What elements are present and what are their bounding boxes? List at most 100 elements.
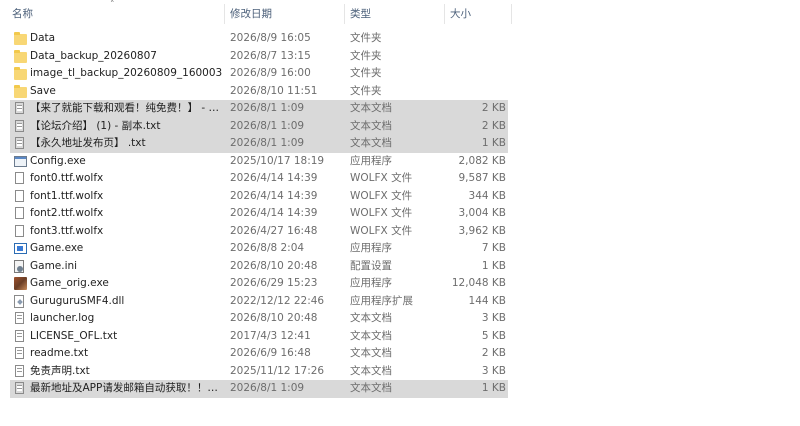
file-row[interactable]: 最新地址及APP请发邮箱自动获取！！！... 2026/8/1 1:09 文本文档 1… (10, 380, 508, 398)
game-app-icon (14, 243, 27, 254)
file-modified-date: 2026/8/10 20:48 (230, 312, 318, 324)
column-divider[interactable] (511, 4, 512, 24)
file-modified-date: 2026/8/1 1:09 (230, 102, 305, 114)
file-size: 1 KB (481, 382, 506, 394)
file-modified-date: 2026/8/1 1:09 (230, 119, 305, 132)
text-document-icon (15, 382, 24, 394)
file-modified-date: 2026/8/10 11:51 (230, 84, 318, 97)
file-name: LICENSE_OFL.txt (30, 329, 118, 342)
settings-file-icon (14, 259, 24, 273)
blank-file-icon (15, 189, 24, 202)
file-name: Game.ini (30, 259, 78, 272)
file-size: 5 KB (481, 329, 506, 342)
file-row[interactable]: 免责声明.txt 2025/11/12 17:26 文本文档 3 KB (10, 363, 520, 381)
file-row[interactable]: Save 2026/8/10 11:51 文件夹 (10, 83, 520, 101)
file-row[interactable]: Data_backup_20260807 2026/8/7 13:15 文件夹 (10, 48, 520, 66)
file-type: 文本文档 (350, 102, 392, 114)
folder-icon (14, 84, 27, 98)
file-type: 文本文档 (350, 382, 392, 394)
text-document-icon (15, 347, 24, 359)
text-document-icon (15, 364, 24, 377)
file-modified-date: 2026/6/9 16:48 (230, 347, 311, 359)
file-type: 应用程序 (350, 154, 392, 167)
file-row[interactable]: launcher.log 2026/8/10 20:48 文本文档 3 KB (10, 310, 520, 328)
file-type: 文件夹 (350, 32, 382, 44)
file-size: 344 KB (468, 189, 506, 202)
file-row[interactable]: font3.ttf.wolfx 2026/4/27 16:48 WOLFX 文件 3,… (10, 223, 520, 241)
sort-ascending-icon: ˄ (110, 0, 115, 10)
file-name: Game_orig.exe (30, 277, 109, 289)
file-type: WOLFX 文件 (350, 224, 413, 237)
blank-file-icon (15, 224, 24, 237)
file-row[interactable]: Game.ini 2026/8/10 20:48 配置设置 1 KB (10, 258, 520, 276)
file-row[interactable]: image_tl_backup_20260809_160003 2026/8/9 … (10, 65, 520, 83)
file-type: 文本文档 (350, 329, 392, 342)
file-row[interactable]: readme.txt 2026/6/9 16:48 文本文档 2 KB (10, 345, 520, 363)
text-document-icon (15, 102, 24, 114)
file-row[interactable]: 【论坛介绍】 (1) - 副本.txt 2026/8/1 1:09 文本文档 2 KB (10, 117, 508, 135)
column-divider[interactable] (344, 4, 345, 24)
file-name: font1.ttf.wolfx (30, 189, 104, 202)
file-type: 应用程序扩展 (350, 294, 413, 307)
file-row[interactable]: font0.ttf.wolfx 2026/4/14 14:39 WOLFX 文件 9,… (10, 170, 520, 188)
file-modified-date: 2026/4/14 14:39 (230, 207, 318, 219)
file-name: Save (30, 84, 56, 97)
file-row[interactable]: Config.exe 2025/10/17 18:19 应用程序 2,082 KB (10, 153, 520, 171)
file-name: font0.ttf.wolfx (30, 172, 104, 184)
file-name: 免责声明.txt (30, 364, 90, 377)
file-modified-date: 2025/11/12 17:26 (230, 364, 325, 377)
folder-icon (14, 49, 27, 63)
file-size: 1 KB (481, 137, 506, 149)
file-name: Data (30, 32, 56, 44)
file-row[interactable]: LICENSE_OFL.txt 2017/4/3 12:41 文本文档 5 KB (10, 328, 520, 346)
file-type: 应用程序 (350, 242, 392, 254)
file-row[interactable]: Game_orig.exe 2026/6/29 15:23 应用程序 12,048 K… (10, 275, 520, 293)
file-type: WOLFX 文件 (350, 189, 413, 202)
blank-file-icon (15, 207, 24, 219)
text-document-icon (15, 312, 24, 324)
file-type: 文本文档 (350, 312, 392, 324)
file-name: Data_backup_20260807 (30, 49, 157, 62)
file-size: 1 KB (481, 259, 506, 272)
file-row[interactable]: Game.exe 2026/8/8 2:04 应用程序 7 KB (10, 240, 520, 258)
file-size: 9,587 KB (458, 172, 507, 184)
file-size: 12,048 KB (451, 277, 506, 289)
folder-icon (14, 67, 27, 80)
file-size: 7 KB (481, 242, 506, 254)
column-header-date[interactable]: 修改日期 (228, 0, 342, 28)
file-type: 文本文档 (350, 119, 392, 132)
file-row[interactable]: font1.ttf.wolfx 2026/4/14 14:39 WOLFX 文件 34… (10, 188, 520, 206)
file-type: 文件夹 (350, 49, 382, 62)
file-name: font3.ttf.wolfx (30, 224, 104, 237)
column-divider[interactable] (224, 4, 225, 24)
file-modified-date: 2026/8/10 20:48 (230, 259, 318, 272)
file-type: 配置设置 (350, 259, 392, 272)
column-header-type[interactable]: 类型 (348, 0, 442, 28)
file-modified-date: 2017/4/3 12:41 (230, 329, 311, 342)
file-row[interactable]: Data 2026/8/9 16:05 文件夹 (10, 30, 520, 48)
file-modified-date: 2026/8/7 13:15 (230, 49, 311, 62)
image-app-icon (14, 277, 27, 290)
file-name: GuruguruSMF4.dll (30, 294, 125, 307)
file-type: 文本文档 (350, 137, 392, 149)
file-modified-date: 2026/8/8 2:04 (230, 242, 305, 254)
column-header-name[interactable]: 名称 (10, 0, 222, 28)
file-name: 【论坛介绍】 (1) - 副本.txt (30, 119, 161, 132)
file-row[interactable]: GuruguruSMF4.dll 2022/12/12 22:46 应用程序扩展 14… (10, 293, 520, 311)
application-icon (14, 155, 27, 167)
file-modified-date: 2022/12/12 22:46 (230, 294, 325, 307)
file-name: font2.ttf.wolfx (30, 207, 104, 219)
file-modified-date: 2026/4/27 16:48 (230, 224, 318, 237)
dll-file-icon (14, 294, 24, 308)
file-name: Game.exe (30, 242, 84, 254)
file-name: image_tl_backup_20260809_160003 (30, 67, 223, 79)
file-row[interactable]: 【来了就能下载和观看！纯免费！】 - 副... 2026/8/1 1:09 文本文档… (10, 100, 508, 118)
file-modified-date: 2026/4/14 14:39 (230, 172, 318, 184)
file-size: 2,082 KB (458, 154, 507, 167)
file-size: 2 KB (481, 119, 506, 132)
file-type: 文本文档 (350, 347, 392, 359)
file-row[interactable]: 【永久地址发布页】 .txt 2026/8/1 1:09 文本文档 1 KB (10, 135, 508, 153)
file-row[interactable]: font2.ttf.wolfx 2026/4/14 14:39 WOLFX 文件 3,… (10, 205, 520, 223)
column-header-size[interactable]: 大小 (448, 0, 512, 28)
column-divider[interactable] (444, 4, 445, 24)
